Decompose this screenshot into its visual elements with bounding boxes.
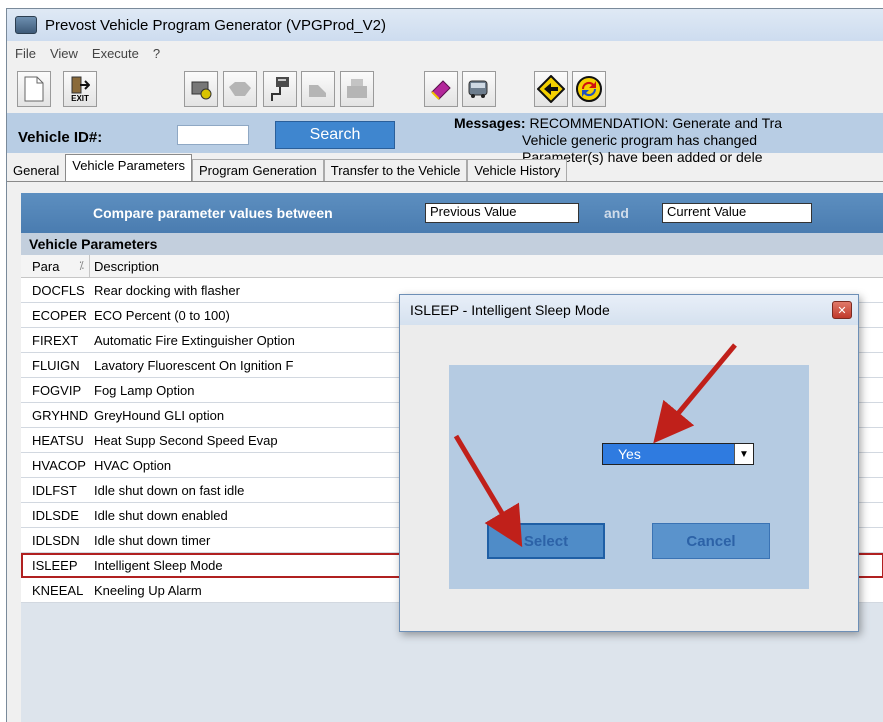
- select-button[interactable]: Select: [487, 523, 605, 559]
- cell-desc: Rear docking with flasher: [94, 283, 240, 298]
- sleep-mode-value: Yes: [618, 446, 641, 462]
- cell-para: GRYHND: [32, 408, 89, 423]
- chevron-down-icon[interactable]: ▼: [734, 444, 753, 464]
- compare-bar: Compare parameter values between Previou…: [21, 193, 883, 233]
- dialog-title: ISLEEP - Intelligent Sleep Mode: [410, 302, 610, 318]
- transfer-button[interactable]: [534, 71, 568, 107]
- device-icon: [309, 85, 326, 97]
- close-icon[interactable]: ✕: [832, 301, 852, 319]
- cell-para: KNEEAL: [32, 583, 84, 598]
- tab-strip: General Vehicle Parameters Program Gener…: [7, 154, 883, 182]
- chip-icon: [191, 81, 212, 100]
- compare-left-value: Previous Value: [430, 204, 517, 219]
- cell-desc: Automatic Fire Extinguisher Option: [94, 333, 295, 348]
- cell-desc: Intelligent Sleep Mode: [94, 558, 223, 573]
- cable-connector-icon: [271, 77, 289, 101]
- column-para[interactable]: Para: [32, 259, 59, 274]
- bus-app-icon: [15, 16, 37, 34]
- dialog-panel: Yes ▼ Select Cancel: [449, 365, 809, 589]
- exit-door-icon: [71, 76, 90, 93]
- cell-para: ECOPER: [32, 308, 87, 323]
- dialog-title-bar: ISLEEP - Intelligent Sleep Mode ✕: [400, 295, 858, 325]
- tab-vehicle-parameters[interactable]: Vehicle Parameters: [65, 154, 192, 181]
- device-button[interactable]: [301, 71, 335, 107]
- cell-para: FIREXT: [32, 333, 79, 348]
- engine-icon: [229, 82, 251, 96]
- road-sign-icon: [537, 75, 565, 103]
- cell-desc: HVAC Option: [94, 458, 172, 473]
- new-document-button[interactable]: [17, 71, 51, 107]
- column-header: Para ⁒ Description: [21, 255, 883, 278]
- cell-desc: Idle shut down enabled: [94, 508, 228, 523]
- window-title: Prevost Vehicle Program Generator (VPGPr…: [45, 16, 386, 34]
- cell-desc: Lavatory Fluorescent On Ignition F: [94, 358, 294, 373]
- manual-button[interactable]: [424, 71, 458, 107]
- cell-desc: GreyHound GLI option: [94, 408, 225, 423]
- cell-desc: ECO Percent (0 to 100): [94, 308, 230, 323]
- compare-right-value: Current Value: [667, 204, 747, 219]
- tab-general[interactable]: General: [7, 160, 65, 181]
- menu-execute[interactable]: Execute: [86, 46, 145, 61]
- cell-desc: Kneeling Up Alarm: [94, 583, 202, 598]
- refresh-icon: [576, 76, 602, 102]
- book-icon: [431, 80, 451, 100]
- cell-para: IDLFST: [32, 483, 77, 498]
- cell-desc: Idle shut down on fast idle: [94, 483, 245, 498]
- vehicle-header: Vehicle ID#: Search Messages: RECOMMENDA…: [7, 113, 883, 165]
- cell-para: HEATSU: [32, 433, 84, 448]
- vehicle-id-input[interactable]: [177, 125, 249, 145]
- cell-para: FOGVIP: [32, 383, 82, 398]
- menu-view[interactable]: View: [44, 46, 84, 61]
- diagnostic-button[interactable]: [223, 71, 257, 107]
- cell-para: ISLEEP: [32, 558, 78, 573]
- cell-para: IDLSDN: [32, 533, 80, 548]
- toolbar: EXIT: [7, 65, 883, 113]
- isleep-dialog: ISLEEP - Intelligent Sleep Mode ✕ Yes ▼ …: [399, 294, 859, 632]
- compare-label: Compare parameter values between: [93, 205, 333, 221]
- sort-icon: ⁒: [79, 260, 84, 272]
- cell-para: IDLSDE: [32, 508, 79, 523]
- cell-desc: Fog Lamp Option: [94, 383, 195, 398]
- section-title: Vehicle Parameters: [21, 233, 883, 255]
- bus-icon: [468, 80, 488, 98]
- menu-file[interactable]: File: [9, 46, 42, 61]
- refresh-button[interactable]: [572, 71, 606, 107]
- print-button[interactable]: [340, 71, 374, 107]
- module-button[interactable]: [184, 71, 218, 107]
- printer-icon: [347, 79, 367, 98]
- title-bar: Prevost Vehicle Program Generator (VPGPr…: [7, 9, 883, 41]
- exit-label: EXIT: [71, 93, 89, 103]
- cell-para: FLUIGN: [32, 358, 80, 373]
- cell-desc: Heat Supp Second Speed Evap: [94, 433, 278, 448]
- cell-desc: Idle shut down timer: [94, 533, 211, 548]
- column-divider: [89, 255, 90, 277]
- column-description[interactable]: Description: [94, 259, 159, 274]
- messages-label: Messages:: [454, 115, 526, 131]
- connector-button[interactable]: [263, 71, 297, 107]
- cell-para: DOCFLS: [32, 283, 85, 298]
- cell-para: HVACOP: [32, 458, 86, 473]
- cancel-button[interactable]: Cancel: [652, 523, 770, 559]
- menu-help[interactable]: ?: [147, 46, 166, 61]
- message-line: Vehicle generic program has changed: [522, 132, 758, 148]
- message-line: RECOMMENDATION: Generate and Tra: [529, 115, 783, 131]
- compare-and-label: and: [604, 205, 629, 221]
- tab-program-generation[interactable]: Program Generation: [191, 159, 324, 181]
- sleep-mode-select[interactable]: Yes ▼: [602, 443, 754, 465]
- tab-vehicle-history[interactable]: Vehicle History: [467, 159, 568, 181]
- document-icon: [24, 76, 44, 102]
- tab-transfer-to-vehicle[interactable]: Transfer to the Vehicle: [323, 159, 468, 181]
- vehicle-button[interactable]: [462, 71, 496, 107]
- compare-right-select[interactable]: Current Value: [662, 203, 812, 223]
- vehicle-id-label: Vehicle ID#:: [18, 129, 103, 146]
- compare-left-select[interactable]: Previous Value: [425, 203, 579, 223]
- search-button[interactable]: Search: [275, 121, 395, 149]
- exit-button[interactable]: EXIT: [63, 71, 97, 107]
- menu-bar: File View Execute ?: [7, 41, 883, 66]
